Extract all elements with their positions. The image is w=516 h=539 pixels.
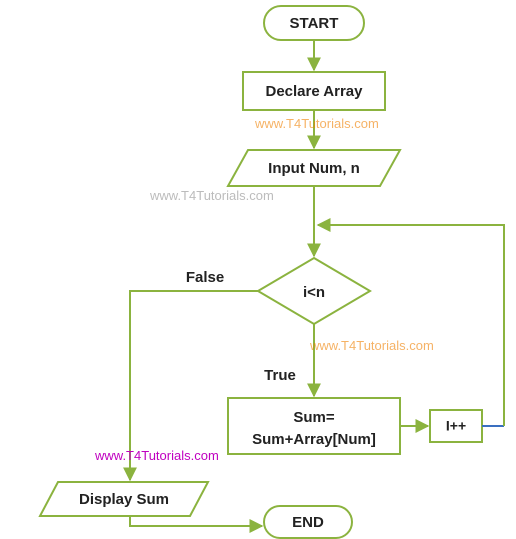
sum-label-2: Sum+Array[Num] bbox=[252, 431, 376, 448]
start-node: START bbox=[264, 6, 364, 40]
declare-label: Declare Array bbox=[265, 83, 363, 100]
true-label: True bbox=[264, 367, 296, 384]
sum-node: Sum= Sum+Array[Num] bbox=[228, 398, 400, 454]
display-node: Display Sum bbox=[40, 482, 208, 516]
decision-label: i<n bbox=[303, 284, 325, 301]
start-label: START bbox=[290, 15, 339, 32]
false-label: False bbox=[186, 269, 224, 286]
decision-node: i<n bbox=[258, 258, 370, 324]
watermark-2: www.T4Tutorials.com bbox=[149, 188, 274, 203]
inc-label: I++ bbox=[446, 418, 466, 434]
watermark-4: www.T4Tutorials.com bbox=[94, 448, 219, 463]
sum-label-1: Sum= bbox=[293, 409, 335, 426]
watermark-1: www.T4Tutorials.com bbox=[254, 116, 379, 131]
input-label: Input Num, n bbox=[268, 160, 360, 177]
display-label: Display Sum bbox=[79, 491, 169, 508]
edge-display-end bbox=[130, 516, 262, 526]
declare-node: Declare Array bbox=[243, 72, 385, 110]
edge-loop-back-up bbox=[470, 225, 504, 426]
input-node: Input Num, n bbox=[228, 150, 400, 186]
end-label: END bbox=[292, 514, 324, 531]
end-node: END bbox=[264, 506, 352, 538]
inc-node: I++ bbox=[430, 410, 482, 442]
watermark-3: www.T4Tutorials.com bbox=[309, 338, 434, 353]
